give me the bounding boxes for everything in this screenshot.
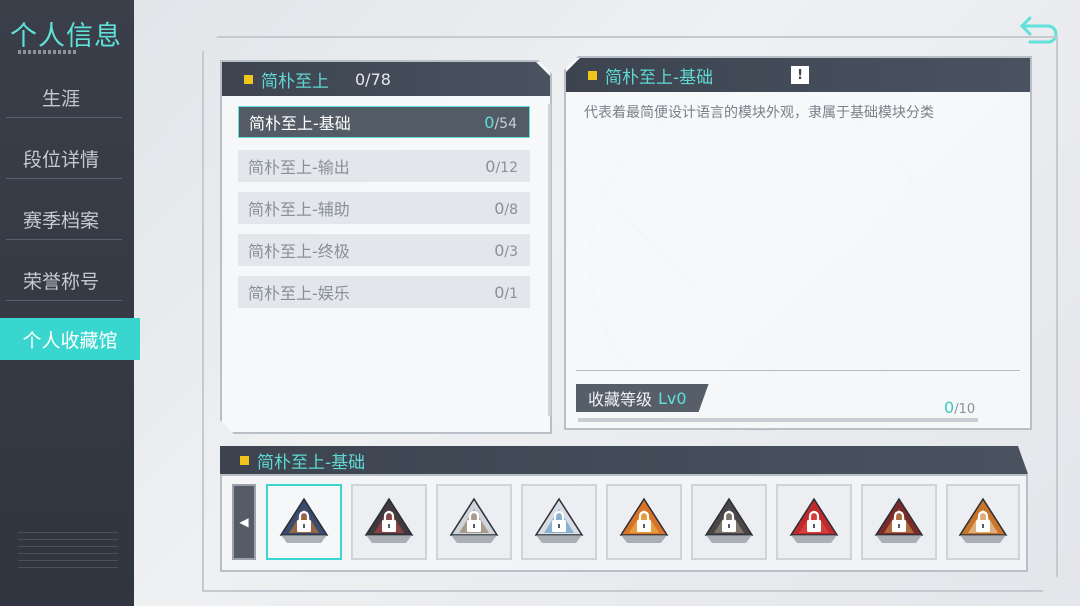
module-skin-icon [534,497,584,543]
category-total-count: 0/78 [355,69,391,89]
module-skin-icon [789,497,839,543]
collection-item-card[interactable] [606,484,682,560]
nav-item-rank-details[interactable]: 段位详情 [0,137,122,179]
nav-item-career[interactable]: 生涯 [0,76,122,118]
marker-icon [588,70,597,80]
collection-item-card[interactable] [521,484,597,560]
collection-item-card[interactable] [266,484,342,560]
collection-progress-bar [578,418,978,422]
collection-item-card[interactable] [436,484,512,560]
items-strip-title: 简朴至上-基础 [257,452,366,473]
category-label: 简朴至上-终极 [248,242,350,261]
category-count: 0/12 [485,156,518,176]
sidebar-title-decoration [18,50,76,54]
module-skin-icon [619,497,669,543]
collection-level-value: Lv0 [658,388,687,408]
marker-icon [244,75,253,84]
category-count: 0/8 [494,198,518,218]
category-item-entertainment[interactable]: 简朴至上-娱乐 0/1 [238,276,530,308]
category-item-basic[interactable]: 简朴至上-基础 0/54 [238,106,530,138]
category-scrollbar[interactable] [548,104,551,416]
detail-description: 代表着最简便设计语言的模块外观，隶属于基础模块分类 [584,105,934,121]
module-skin-icon [449,497,499,543]
detail-panel-header: 简朴至上-基础 ! [566,58,1030,92]
category-count: 0/54 [484,112,517,132]
module-skin-icon [874,497,924,543]
category-label: 简朴至上-输出 [248,158,350,177]
collection-item-card[interactable] [351,484,427,560]
category-panel: 简朴至上 0/78 简朴至上-基础 0/54 简朴至上-输出 0/12 简朴至上… [220,60,552,434]
collection-item-card[interactable] [861,484,937,560]
collection-level-tag: 收藏等级 Lv0 [576,384,709,412]
category-panel-title: 简朴至上 [261,71,329,92]
category-item-support[interactable]: 简朴至上-辅助 0/8 [238,192,530,224]
collection-item-card[interactable] [691,484,767,560]
category-label: 简朴至上-娱乐 [248,284,350,303]
chevron-left-icon: ◀ [239,515,249,529]
marker-icon [240,456,249,465]
collection-progress-count: 0/10 [944,398,976,417]
module-skin-icon [364,497,414,543]
collection-level-label: 收藏等级 [588,390,653,409]
category-item-output[interactable]: 简朴至上-输出 0/12 [238,150,530,182]
category-label: 简朴至上-基础 [249,114,351,133]
sidebar-footer-decoration [18,532,118,568]
module-skin-icon [958,497,1008,543]
info-icon[interactable]: ! [791,66,810,84]
detail-panel: 简朴至上-基础 ! 代表着最简便设计语言的模块外观，隶属于基础模块分类 收藏等级… [564,56,1032,430]
category-count: 0/3 [494,240,518,260]
nav-item-personal-collection[interactable]: 个人收藏馆 [0,318,140,360]
category-count: 0/1 [494,282,518,302]
category-panel-header: 简朴至上 0/78 [222,62,550,96]
collection-item-card[interactable] [776,484,852,560]
scroll-left-button[interactable]: ◀ [232,484,256,560]
divider [576,370,1020,371]
category-label: 简朴至上-辅助 [248,200,350,219]
sidebar: 个人信息 生涯 段位详情 赛季档案 荣誉称号 个人收藏馆 [0,0,140,606]
nav-item-season-archive[interactable]: 赛季档案 [0,198,122,240]
sidebar-title: 个人信息 [10,21,122,52]
category-item-ultimate[interactable]: 简朴至上-终极 0/3 [238,234,530,266]
nav-item-honor-titles[interactable]: 荣誉称号 [0,259,122,301]
collection-item-card[interactable] [946,484,1020,560]
module-skin-icon [704,497,754,543]
detail-panel-title: 简朴至上-基础 [605,67,714,88]
items-strip-header: 简朴至上-基础 [220,446,1028,474]
module-skin-icon [279,497,329,543]
